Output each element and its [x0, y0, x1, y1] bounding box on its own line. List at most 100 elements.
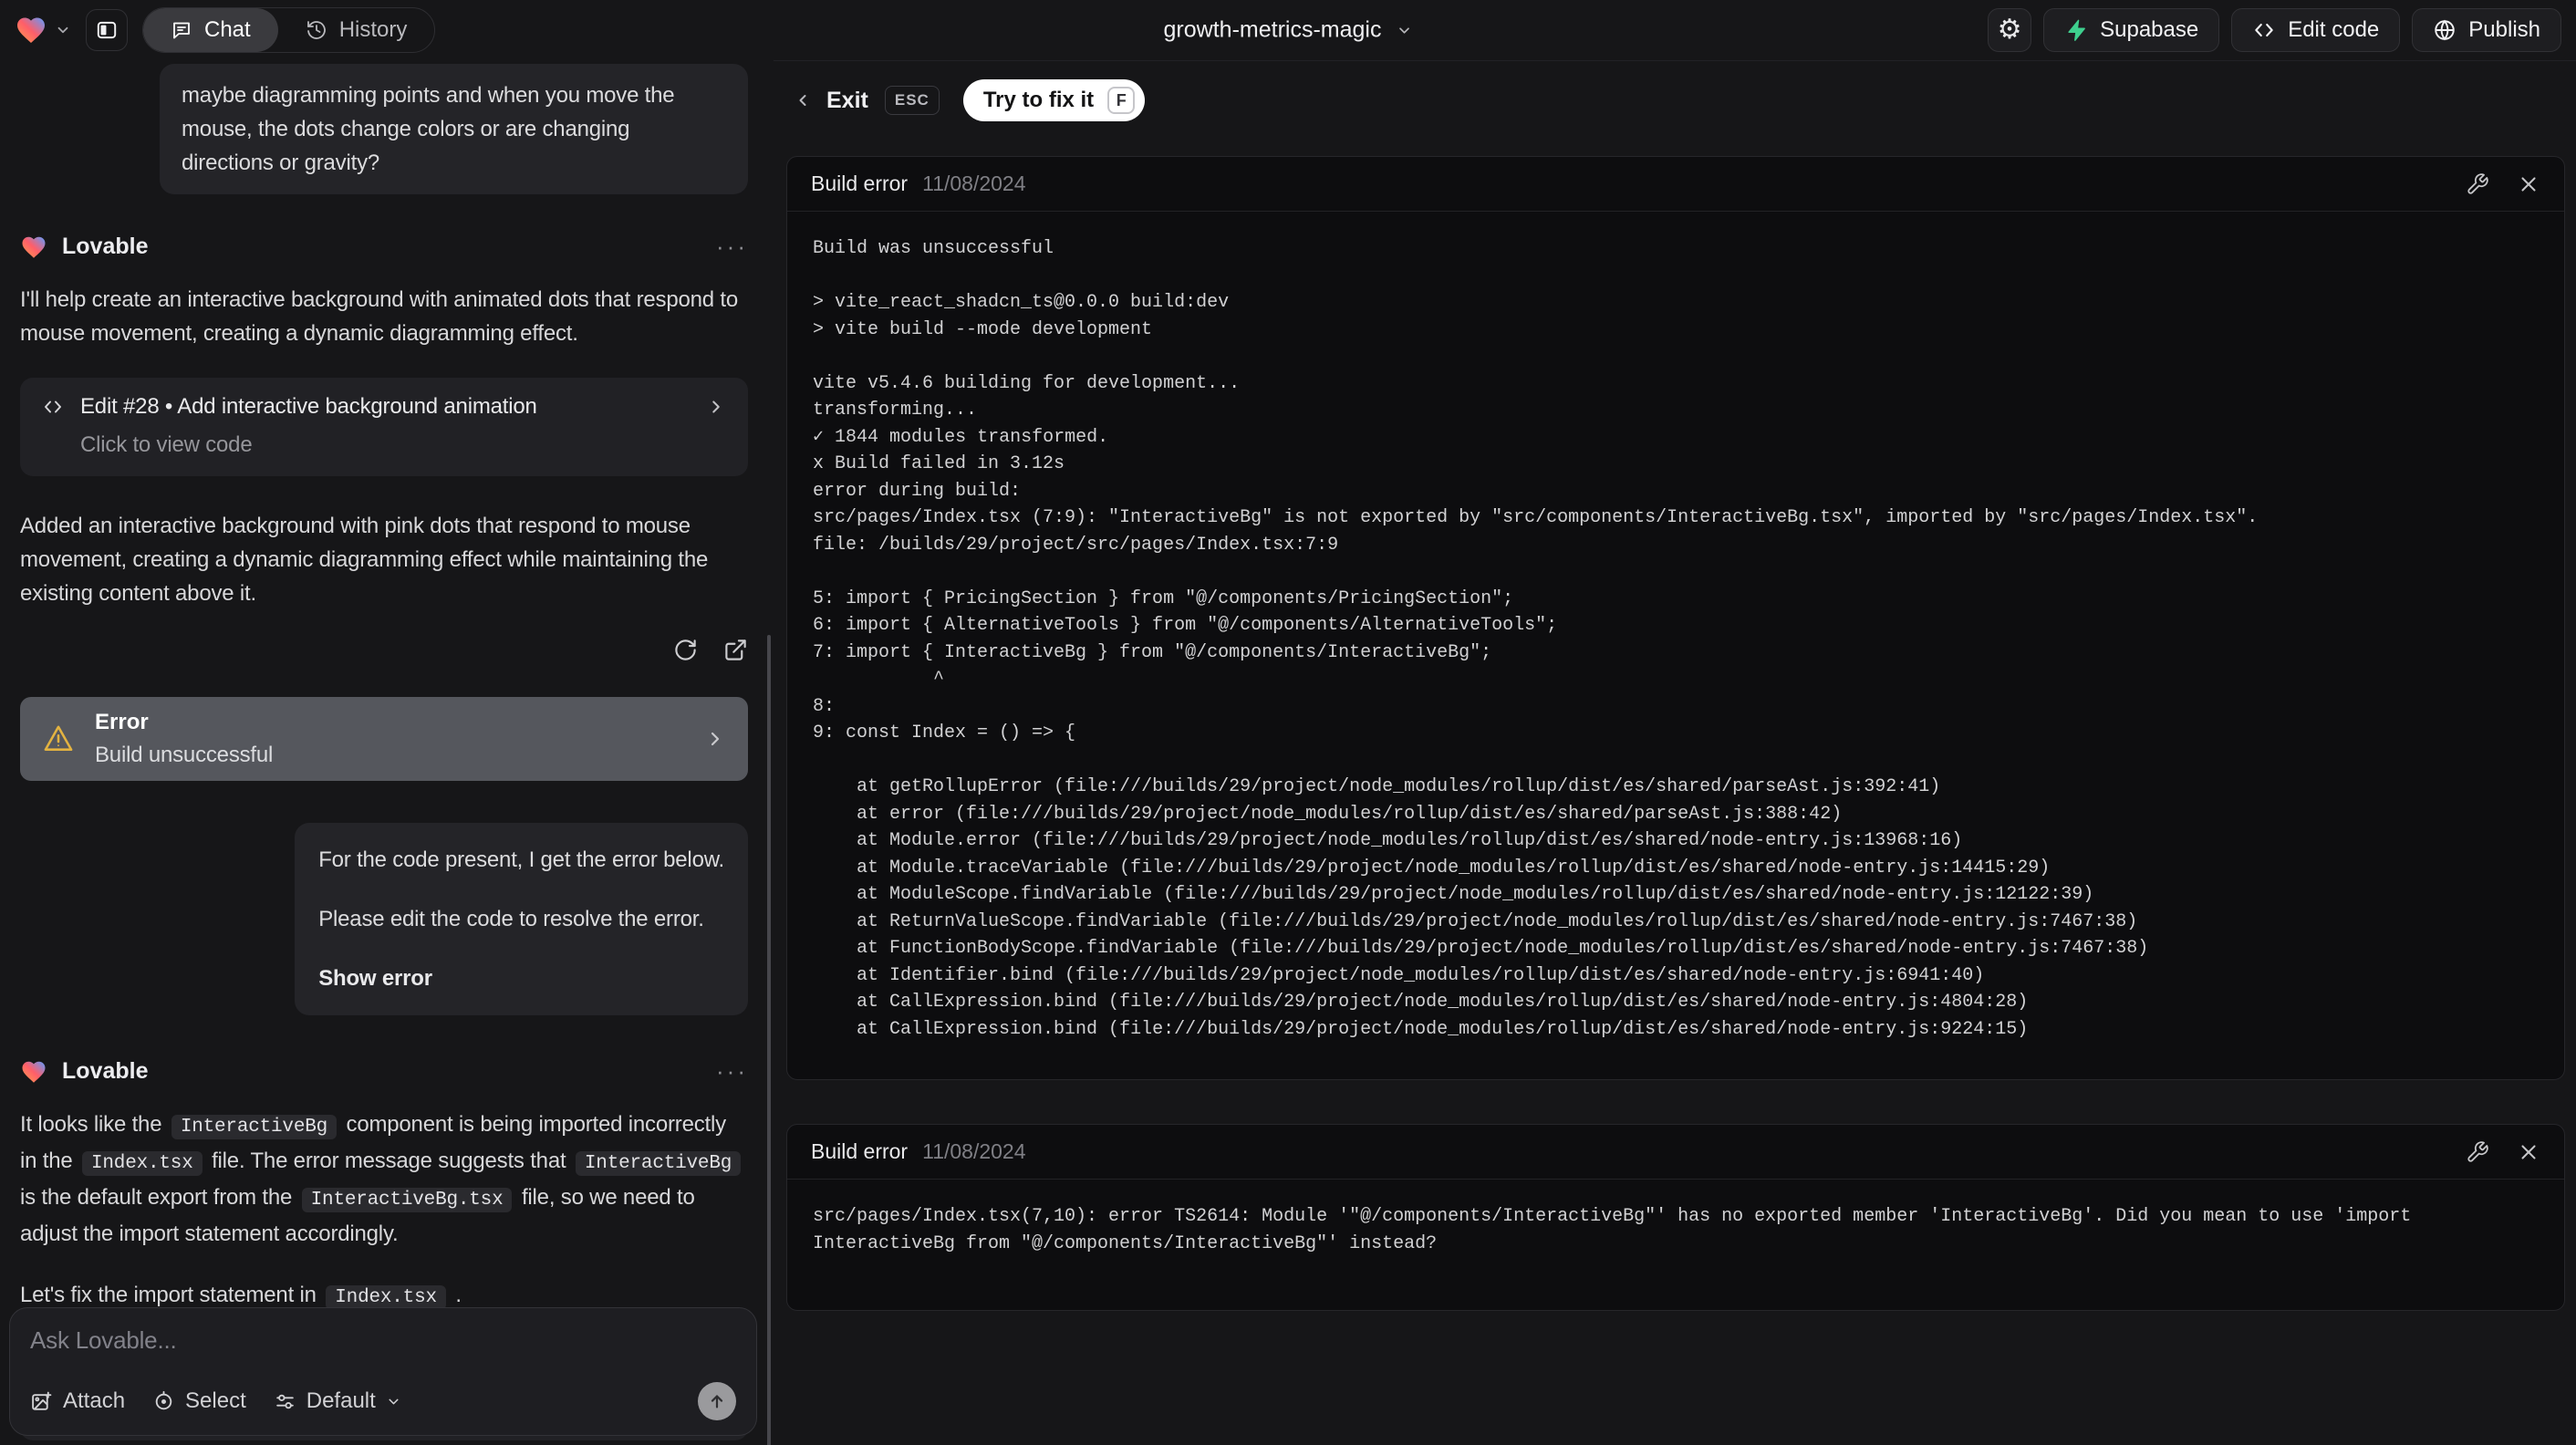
- edit-code-label: Edit code: [2288, 17, 2380, 42]
- esc-key-badge: ESC: [884, 86, 940, 115]
- assistant-message-header: Lovable ···: [20, 1057, 748, 1086]
- f-key-badge: F: [1107, 87, 1136, 114]
- error-card-subtitle: Build unsuccessful: [95, 743, 274, 767]
- composer: Attach Select Default: [9, 1307, 757, 1436]
- more-options-icon[interactable]: ···: [716, 1057, 748, 1086]
- edit-code-button[interactable]: Edit code: [2231, 8, 2401, 52]
- chevron-right-icon: [706, 397, 726, 417]
- build-error-date: 11/08/2024: [922, 172, 1026, 195]
- assistant-text: I'll help create an interactive backgrou…: [20, 287, 738, 346]
- publish-label: Publish: [2468, 17, 2540, 42]
- supabase-bolt-icon: [2064, 18, 2088, 42]
- heart-gradient-icon: [15, 14, 47, 47]
- app-root: Chat History growth-metrics-magic ⚙ Supa…: [0, 0, 2576, 1445]
- chevron-down-icon: [1396, 22, 1412, 38]
- topbar: Chat History growth-metrics-magic ⚙ Supa…: [0, 0, 2576, 60]
- exit-label: Exit: [826, 87, 868, 113]
- send-button[interactable]: [698, 1382, 736, 1420]
- edit-card-subtitle: Click to view code: [80, 432, 253, 457]
- build-error-actions: [2466, 172, 2540, 196]
- user-message-line: For the code present, I get the error be…: [318, 847, 724, 872]
- build-error-header: Build error 11/08/2024: [787, 1125, 2564, 1180]
- assistant-name: Lovable: [62, 1058, 149, 1084]
- user-message-line: Please edit the code to resolve the erro…: [318, 907, 704, 931]
- toggle-sidebar-button[interactable]: [86, 9, 128, 51]
- code-brackets-icon: [42, 396, 64, 418]
- sidebar-panel-icon: [95, 18, 119, 42]
- chat-bubble-icon: [171, 19, 192, 41]
- close-icon[interactable]: [2517, 1140, 2540, 1164]
- code-brackets-icon: [2252, 18, 2276, 42]
- show-error-link[interactable]: Show error: [318, 962, 724, 995]
- preview-panel: Exit ESC Try to fix it F Build error 11/…: [774, 60, 2576, 1445]
- message-actions: [20, 638, 748, 662]
- build-error-date: 11/08/2024: [922, 1139, 1026, 1163]
- settings-button[interactable]: ⚙: [1988, 8, 2032, 52]
- project-switcher[interactable]: growth-metrics-magic: [1164, 17, 1413, 44]
- build-error-log: src/pages/Index.tsx(7,10): error TS2614:…: [813, 1206, 2423, 1254]
- supabase-label: Supabase: [2100, 17, 2199, 42]
- try-to-fix-button[interactable]: Try to fix it F: [962, 79, 1146, 121]
- build-error-title: Build error: [811, 1139, 909, 1163]
- history-clock-icon: [306, 19, 327, 41]
- build-error-card[interactable]: Error Build unsuccessful: [20, 697, 748, 781]
- close-icon[interactable]: [2517, 172, 2540, 196]
- gear-icon: ⚙: [1997, 14, 2022, 46]
- build-error-log: Build was unsuccessful > vite_react_shad…: [813, 238, 2259, 1040]
- select-label: Select: [185, 1388, 246, 1413]
- sliders-icon: [274, 1390, 296, 1413]
- chevron-down-icon: [55, 22, 71, 38]
- chevron-down-icon: [386, 1394, 401, 1409]
- tab-history[interactable]: History: [278, 8, 435, 52]
- project-name: growth-metrics-magic: [1163, 16, 1382, 43]
- wrench-icon[interactable]: [2466, 1140, 2489, 1164]
- fix-label: Try to fix it: [982, 88, 1095, 112]
- topbar-left: Chat History: [15, 7, 436, 53]
- assistant-text: Added an interactive background with pin…: [20, 514, 709, 606]
- globe-icon: [2433, 18, 2457, 42]
- select-target-icon: [152, 1390, 175, 1413]
- wrench-icon[interactable]: [2466, 172, 2489, 196]
- supabase-button[interactable]: Supabase: [2043, 8, 2220, 52]
- assistant-name: Lovable: [62, 234, 149, 259]
- attach-button[interactable]: Attach: [30, 1388, 125, 1414]
- publish-button[interactable]: Publish: [2412, 8, 2561, 52]
- composer-toolbar: Attach Select Default: [30, 1382, 736, 1420]
- select-button[interactable]: Select: [152, 1388, 246, 1414]
- edit-card-title: Edit #28 • Add interactive background an…: [80, 394, 537, 419]
- assistant-message-header: Lovable ···: [20, 233, 748, 261]
- chat-panel: maybe diagramming points and when you mo…: [0, 60, 774, 1445]
- tab-chat[interactable]: Chat: [143, 8, 278, 52]
- exit-button[interactable]: Exit: [794, 88, 868, 114]
- lovable-logo[interactable]: [15, 14, 71, 47]
- content-split: maybe diagramming points and when you mo…: [0, 60, 2576, 1445]
- arrow-up-icon: [707, 1391, 727, 1411]
- user-message: maybe diagramming points and when you mo…: [160, 64, 748, 194]
- build-error-title: Build error: [811, 172, 909, 195]
- tab-history-label: History: [338, 17, 408, 42]
- edit-card-28[interactable]: Edit #28 • Add interactive background an…: [20, 378, 748, 476]
- restore-icon[interactable]: [673, 638, 698, 662]
- attach-label: Attach: [63, 1388, 126, 1413]
- user-message: For the code present, I get the error be…: [295, 823, 748, 1015]
- preview-header: Exit ESC Try to fix it F: [786, 70, 2565, 136]
- assistant-text: It looks like the InteractiveBg componen…: [20, 1107, 748, 1251]
- chat-scrollbar[interactable]: [767, 635, 771, 1445]
- error-card-text: Error Build unsuccessful: [95, 710, 684, 768]
- attach-image-icon: [30, 1390, 53, 1413]
- heart-gradient-icon: [20, 234, 47, 261]
- open-preview-icon[interactable]: [723, 638, 748, 662]
- heart-gradient-icon: [20, 1058, 47, 1086]
- build-error-panel: Build error 11/08/2024 src/pages/Index.t…: [786, 1124, 2565, 1311]
- error-card-title: Error: [95, 710, 149, 734]
- more-options-icon[interactable]: ···: [716, 233, 748, 261]
- mode-dropdown[interactable]: Default: [274, 1388, 401, 1414]
- warning-triangle-icon: [42, 722, 75, 755]
- build-error-panel: Build error 11/08/2024 Build was unsucce…: [786, 156, 2565, 1080]
- chevron-left-icon: [794, 91, 812, 109]
- chat-input[interactable]: [30, 1326, 736, 1355]
- build-error-actions: [2466, 1140, 2540, 1164]
- chevron-right-icon: [704, 728, 726, 750]
- topbar-actions: ⚙ Supabase Edit code Publish: [1988, 8, 2561, 52]
- chat-history-tabs: Chat History: [142, 7, 436, 53]
